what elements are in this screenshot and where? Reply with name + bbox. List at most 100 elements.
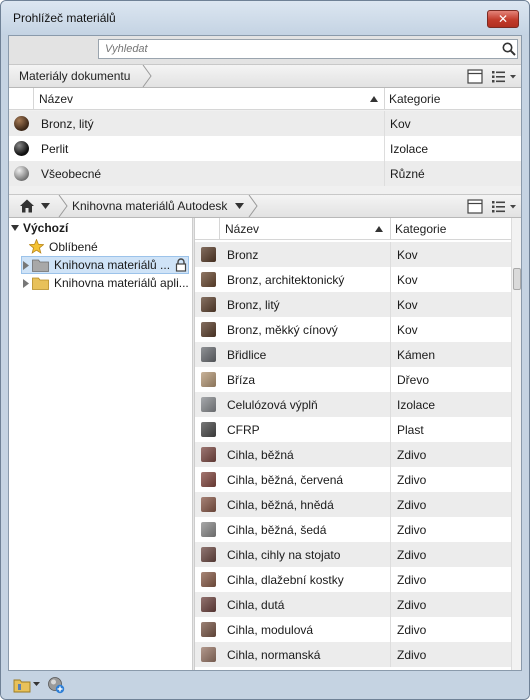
material-name: Bronz, architektonický bbox=[227, 273, 345, 287]
table-row[interactable]: Cihla, cihly na stojato Zdivo bbox=[195, 542, 511, 567]
table-row[interactable]: Cihla, dlažební kostky Zdivo bbox=[195, 567, 511, 592]
material-category: Zdivo bbox=[397, 523, 427, 537]
material-swatch bbox=[201, 572, 216, 587]
window-title: Prohlížeč materiálů bbox=[13, 11, 116, 25]
breadcrumb-document-materials[interactable]: Materiály dokumentu bbox=[19, 69, 130, 83]
material-swatch bbox=[201, 372, 216, 387]
close-button[interactable]: ✕ bbox=[487, 10, 519, 28]
breadcrumb-separator-icon bbox=[58, 195, 68, 218]
folder-icon bbox=[32, 259, 49, 272]
table-row[interactable]: Všeobecné Různé bbox=[9, 161, 521, 186]
tree-item-autodesk-library[interactable]: Knihovna materiálů ... bbox=[21, 256, 189, 274]
material-category: Kámen bbox=[397, 348, 436, 362]
material-category: Zdivo bbox=[397, 548, 427, 562]
material-name: Bronz bbox=[227, 248, 259, 262]
tree-item-app-library[interactable]: Knihovna materiálů apli... bbox=[22, 275, 190, 293]
table-row[interactable]: Cihla, běžná, hnědá Zdivo bbox=[195, 492, 511, 517]
star-icon bbox=[29, 239, 44, 254]
table-row[interactable]: Bronz, architektonický Kov bbox=[195, 267, 511, 292]
material-swatch bbox=[201, 497, 216, 512]
column-header-category[interactable]: Kategorie bbox=[389, 92, 440, 106]
library-breadcrumb-bar: Knihovna materiálů Autodesk bbox=[9, 194, 521, 218]
grid-view-icon[interactable] bbox=[467, 199, 483, 214]
document-table-header: Název Kategorie bbox=[9, 88, 521, 110]
material-swatch bbox=[201, 647, 216, 662]
material-category: Zdivo bbox=[397, 448, 427, 462]
table-row[interactable]: Bříza Dřevo bbox=[195, 367, 511, 392]
table-row[interactable]: Břidlice Kámen bbox=[195, 342, 511, 367]
breadcrumb-autodesk-library[interactable]: Knihovna materiálů Autodesk bbox=[72, 199, 227, 213]
library-tree: Výchozí Oblíbené Knihovna materiálů ... bbox=[9, 218, 192, 670]
material-category: Kov bbox=[397, 323, 418, 337]
tree-label: Knihovna materiálů apli... bbox=[54, 276, 189, 290]
expand-triangle-icon[interactable] bbox=[23, 261, 29, 270]
material-category: Izolace bbox=[397, 398, 436, 412]
collapse-triangle-icon[interactable] bbox=[11, 225, 19, 232]
table-row[interactable]: Bronz Kov bbox=[195, 242, 511, 267]
material-name: Všeobecné bbox=[41, 167, 102, 181]
expand-triangle-icon[interactable] bbox=[23, 279, 29, 288]
table-row[interactable]: Cihla, běžná, šedá Zdivo bbox=[195, 517, 511, 542]
grid-view-icon[interactable] bbox=[467, 69, 483, 84]
material-name: Celulózová výplň bbox=[227, 398, 318, 412]
table-row[interactable]: Bronz, litý Kov bbox=[195, 292, 511, 317]
tree-label: Oblíbené bbox=[49, 240, 98, 254]
material-swatch bbox=[14, 116, 29, 131]
table-row[interactable]: Cihla, běžná Zdivo bbox=[195, 442, 511, 467]
table-row[interactable]: Bronz, litý Kov bbox=[9, 111, 521, 136]
column-header-name[interactable]: Název bbox=[225, 222, 259, 236]
material-name: Bříza bbox=[227, 373, 256, 387]
material-swatch bbox=[201, 522, 216, 537]
material-swatch bbox=[14, 141, 29, 156]
material-category: Zdivo bbox=[397, 598, 427, 612]
material-swatch bbox=[14, 166, 29, 181]
material-swatch bbox=[201, 622, 216, 637]
home-icon[interactable] bbox=[19, 198, 35, 214]
chevron-down-icon[interactable] bbox=[41, 203, 51, 210]
table-row[interactable]: Cihla, běžná, červená Zdivo bbox=[195, 467, 511, 492]
scrollbar-thumb[interactable] bbox=[513, 268, 521, 290]
material-category: Zdivo bbox=[397, 498, 427, 512]
sort-ascending-icon bbox=[370, 96, 378, 102]
search-icon[interactable] bbox=[501, 41, 517, 57]
list-view-icon[interactable] bbox=[491, 199, 517, 214]
material-swatch bbox=[201, 547, 216, 562]
list-view-icon[interactable] bbox=[491, 69, 517, 84]
material-swatch bbox=[201, 247, 216, 262]
table-row[interactable]: Cihla, dutá Zdivo bbox=[195, 592, 511, 617]
material-swatch bbox=[201, 397, 216, 412]
material-name: Bronz, litý bbox=[41, 117, 94, 131]
material-category: Kov bbox=[397, 298, 418, 312]
table-row[interactable]: Celulózová výplň Izolace bbox=[195, 392, 511, 417]
title-bar[interactable]: Prohlížeč materiálů ✕ bbox=[1, 1, 529, 35]
material-name: Bronz, měkký cínový bbox=[227, 323, 338, 337]
material-category: Zdivo bbox=[397, 648, 427, 662]
chevron-down-icon[interactable] bbox=[33, 682, 40, 687]
material-swatch bbox=[201, 322, 216, 337]
add-material-icon[interactable] bbox=[47, 676, 65, 694]
folder-icon bbox=[32, 277, 49, 290]
library-scrollbar[interactable] bbox=[511, 218, 521, 670]
document-breadcrumb-bar: Materiály dokumentu bbox=[9, 64, 521, 88]
table-row[interactable]: CFRP Plast bbox=[195, 417, 511, 442]
chevron-down-icon[interactable] bbox=[235, 203, 245, 210]
material-category: Zdivo bbox=[397, 473, 427, 487]
table-row[interactable]: Cihla, normanská Zdivo bbox=[195, 642, 511, 667]
breadcrumb-separator-icon bbox=[248, 195, 258, 218]
table-row[interactable]: Perlit Izolace bbox=[9, 136, 521, 161]
library-icon[interactable] bbox=[13, 676, 31, 694]
material-category: Zdivo bbox=[397, 623, 427, 637]
table-row[interactable]: Bronz, měkký cínový Kov bbox=[195, 317, 511, 342]
breadcrumb-separator-icon bbox=[142, 65, 152, 88]
column-header-category[interactable]: Kategorie bbox=[395, 222, 446, 236]
library-table-header: Název Kategorie bbox=[195, 218, 511, 240]
material-name: Cihla, dlažební kostky bbox=[227, 573, 344, 587]
material-name: Cihla, normanská bbox=[227, 648, 321, 662]
table-row[interactable]: Cihla, modulová Zdivo bbox=[195, 617, 511, 642]
column-header-name[interactable]: Název bbox=[39, 92, 73, 106]
material-name: Perlit bbox=[41, 142, 69, 156]
search-input[interactable] bbox=[98, 39, 518, 59]
bottom-toolbar bbox=[1, 672, 529, 699]
material-swatch bbox=[201, 472, 216, 487]
material-category: Izolace bbox=[390, 142, 429, 156]
